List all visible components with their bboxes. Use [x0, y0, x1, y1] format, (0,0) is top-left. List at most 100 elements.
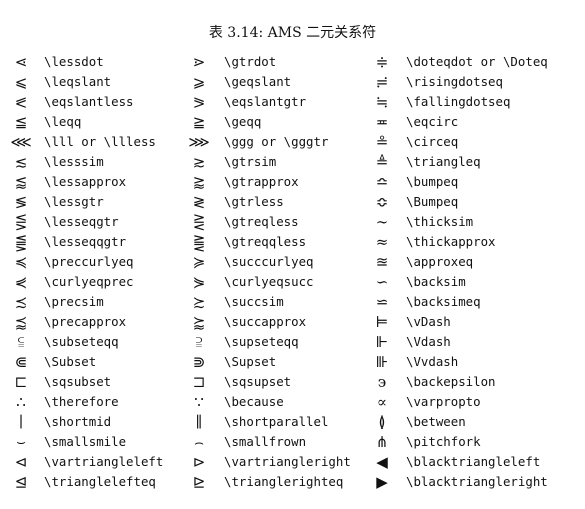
relation-symbol: ⊏	[14, 373, 28, 391]
relation-symbol: ⌢	[194, 433, 204, 451]
latex-command: \sqsupset	[224, 374, 292, 389]
latex-command: \lessgtr	[44, 194, 104, 209]
latex-command: \eqcirc	[406, 114, 459, 129]
relation-symbol: ≳	[192, 153, 206, 171]
relation-symbol: ∽	[375, 273, 389, 291]
relation-symbol: ⋟	[192, 273, 206, 291]
latex-command: \gtrless	[224, 194, 284, 209]
relation-symbol: ≬	[378, 413, 386, 431]
relation-symbol: ⋑	[192, 353, 206, 371]
latex-command: \because	[224, 394, 284, 409]
latex-command: \Bumpeq	[406, 194, 459, 209]
relation-symbol: ⋘	[10, 133, 32, 151]
latex-command: \lll or \llless	[44, 134, 156, 149]
relation-symbol: ⊩	[375, 333, 389, 351]
relation-symbol: ∥	[195, 413, 203, 431]
relation-symbol: ≜	[375, 153, 389, 171]
latex-command: \trianglelefteq	[44, 474, 156, 489]
table-row: ≲ \lesssim ≳ \gtrsim ≜ \triangleq	[0, 152, 585, 172]
relation-symbol: ⋚	[14, 213, 28, 231]
relation-symbol: ≼	[14, 253, 28, 271]
table-row: ⪅ \lessapprox ⪆ \gtrapprox ≏ \bumpeq	[0, 172, 585, 192]
latex-command: \Vdash	[406, 334, 451, 349]
latex-command: \backepsilon	[406, 374, 496, 389]
relation-symbol: ≊	[375, 253, 389, 271]
table-row: ≼ \preccurlyeq ≽ \succcurlyeq ≊ \approxeq	[0, 252, 585, 272]
table-row: ≾ \precsim ≿ \succsim ⋍ \backsimeq	[0, 292, 585, 312]
relation-symbol: ⋔	[375, 433, 389, 451]
relation-symbol: ≲	[14, 153, 28, 171]
relation-symbol: ⪷	[14, 313, 28, 331]
latex-command: \lesssim	[44, 154, 104, 169]
relation-symbol: ⫆	[195, 333, 203, 351]
relation-symbol: ⋛	[192, 213, 206, 231]
latex-command: \geqslant	[224, 74, 292, 89]
latex-command: \gtrsim	[224, 154, 277, 169]
latex-command: \doteqdot or \Doteq	[406, 54, 548, 69]
table-row: ≦ \leqq ≧ \geqq ≖ \eqcirc	[0, 112, 585, 132]
latex-command: \gtrdot	[224, 54, 277, 69]
latex-command: \lessdot	[44, 54, 104, 69]
relation-symbol: ≾	[14, 293, 28, 311]
latex-command: \circeq	[406, 134, 459, 149]
latex-command: \eqslantgtr	[224, 94, 307, 109]
table-row: ⪋ \lesseqqgtr ⪌ \gtreqqless ≈ \thickapprox	[0, 232, 585, 252]
latex-command: \lessapprox	[44, 174, 127, 189]
latex-command: \between	[406, 414, 466, 429]
document-page: 表 3.14: AMS 二元关系符 ⋖ \lessdot ⋗ \gtrdot ≑ \dot…	[0, 0, 585, 509]
latex-command: \varpropto	[406, 394, 481, 409]
latex-command: \backsim	[406, 274, 466, 289]
table-row: ⋞ \curlyeqprec ⋟ \curlyeqsucc ∽ \backsim	[0, 272, 585, 292]
table-row: ⊲ \vartriangleleft ⊳ \vartriangleright ◀ \bla…	[0, 452, 585, 472]
latex-command: \lesseqqgtr	[44, 234, 127, 249]
latex-command: \fallingdotseq	[406, 94, 511, 109]
table-row: ⫅ \subseteqq ⫆ \supseteqq ⊩ \Vdash	[0, 332, 585, 352]
relation-symbol: ⊵	[192, 473, 206, 491]
table-row: ≶ \lessgtr ≷ \gtrless ≎ \Bumpeq	[0, 192, 585, 212]
latex-command: \blacktriangleleft	[406, 454, 541, 469]
latex-command: \smallfrown	[224, 434, 307, 449]
table-row: ∣ \shortmid ∥ \shortparallel ≬ \between	[0, 412, 585, 432]
latex-command: \thicksim	[406, 214, 474, 229]
latex-command: \shortparallel	[224, 414, 329, 429]
latex-command: \succapprox	[224, 314, 307, 329]
latex-command: \smallsmile	[44, 434, 127, 449]
relation-symbol: ≒	[375, 93, 389, 111]
relation-symbol: ∼	[375, 213, 389, 231]
relation-symbol: ≦	[14, 113, 28, 131]
latex-command: \Subset	[44, 354, 97, 369]
table-row: ⊴ \trianglelefteq ⊵ \trianglerighteq ▶ \black…	[0, 472, 585, 492]
relation-symbol: ⋍	[375, 293, 389, 311]
latex-command: \vartriangleright	[224, 454, 351, 469]
relation-symbol: ∣	[18, 413, 24, 431]
relation-symbol: ≑	[375, 53, 389, 71]
relation-symbol: ⊨	[375, 313, 389, 331]
table-row: ⪷ \precapprox ⪸ \succapprox ⊨ \vDash	[0, 312, 585, 332]
relation-symbol: ⩽	[14, 73, 28, 91]
latex-command: \eqslantless	[44, 94, 134, 109]
relation-symbol: ⋞	[14, 273, 28, 291]
relation-symbol: ⪆	[192, 173, 206, 191]
table-row: ⩽ \leqslant ⩾ \geqslant ≓ \risingdotseq	[0, 72, 585, 92]
latex-command: \leqslant	[44, 74, 112, 89]
latex-command: \Vvdash	[406, 354, 459, 369]
relation-symbol: ⋗	[192, 53, 206, 71]
relation-symbol: ≏	[375, 173, 389, 191]
relation-symbol: ⪸	[192, 313, 206, 331]
latex-command: \Supset	[224, 354, 277, 369]
latex-command: \geqq	[224, 114, 262, 129]
latex-command: \sqsubset	[44, 374, 112, 389]
table-caption: 表 3.14: AMS 二元关系符	[208, 25, 377, 41]
latex-command: \lesseqgtr	[44, 214, 119, 229]
relation-symbol: ≧	[192, 113, 206, 131]
latex-command: \blacktriangleright	[406, 474, 548, 489]
latex-command: \trianglerighteq	[224, 474, 344, 489]
latex-command: \approxeq	[406, 254, 474, 269]
latex-command: \precsim	[44, 294, 104, 309]
relation-symbol: ⊲	[14, 453, 28, 471]
relation-symbol: ≓	[375, 73, 389, 91]
relation-symbol: ⪌	[192, 233, 206, 251]
relation-symbol: ⫅	[17, 333, 25, 351]
latex-command: \leqq	[44, 114, 82, 129]
latex-command: \curlyeqprec	[44, 274, 134, 289]
